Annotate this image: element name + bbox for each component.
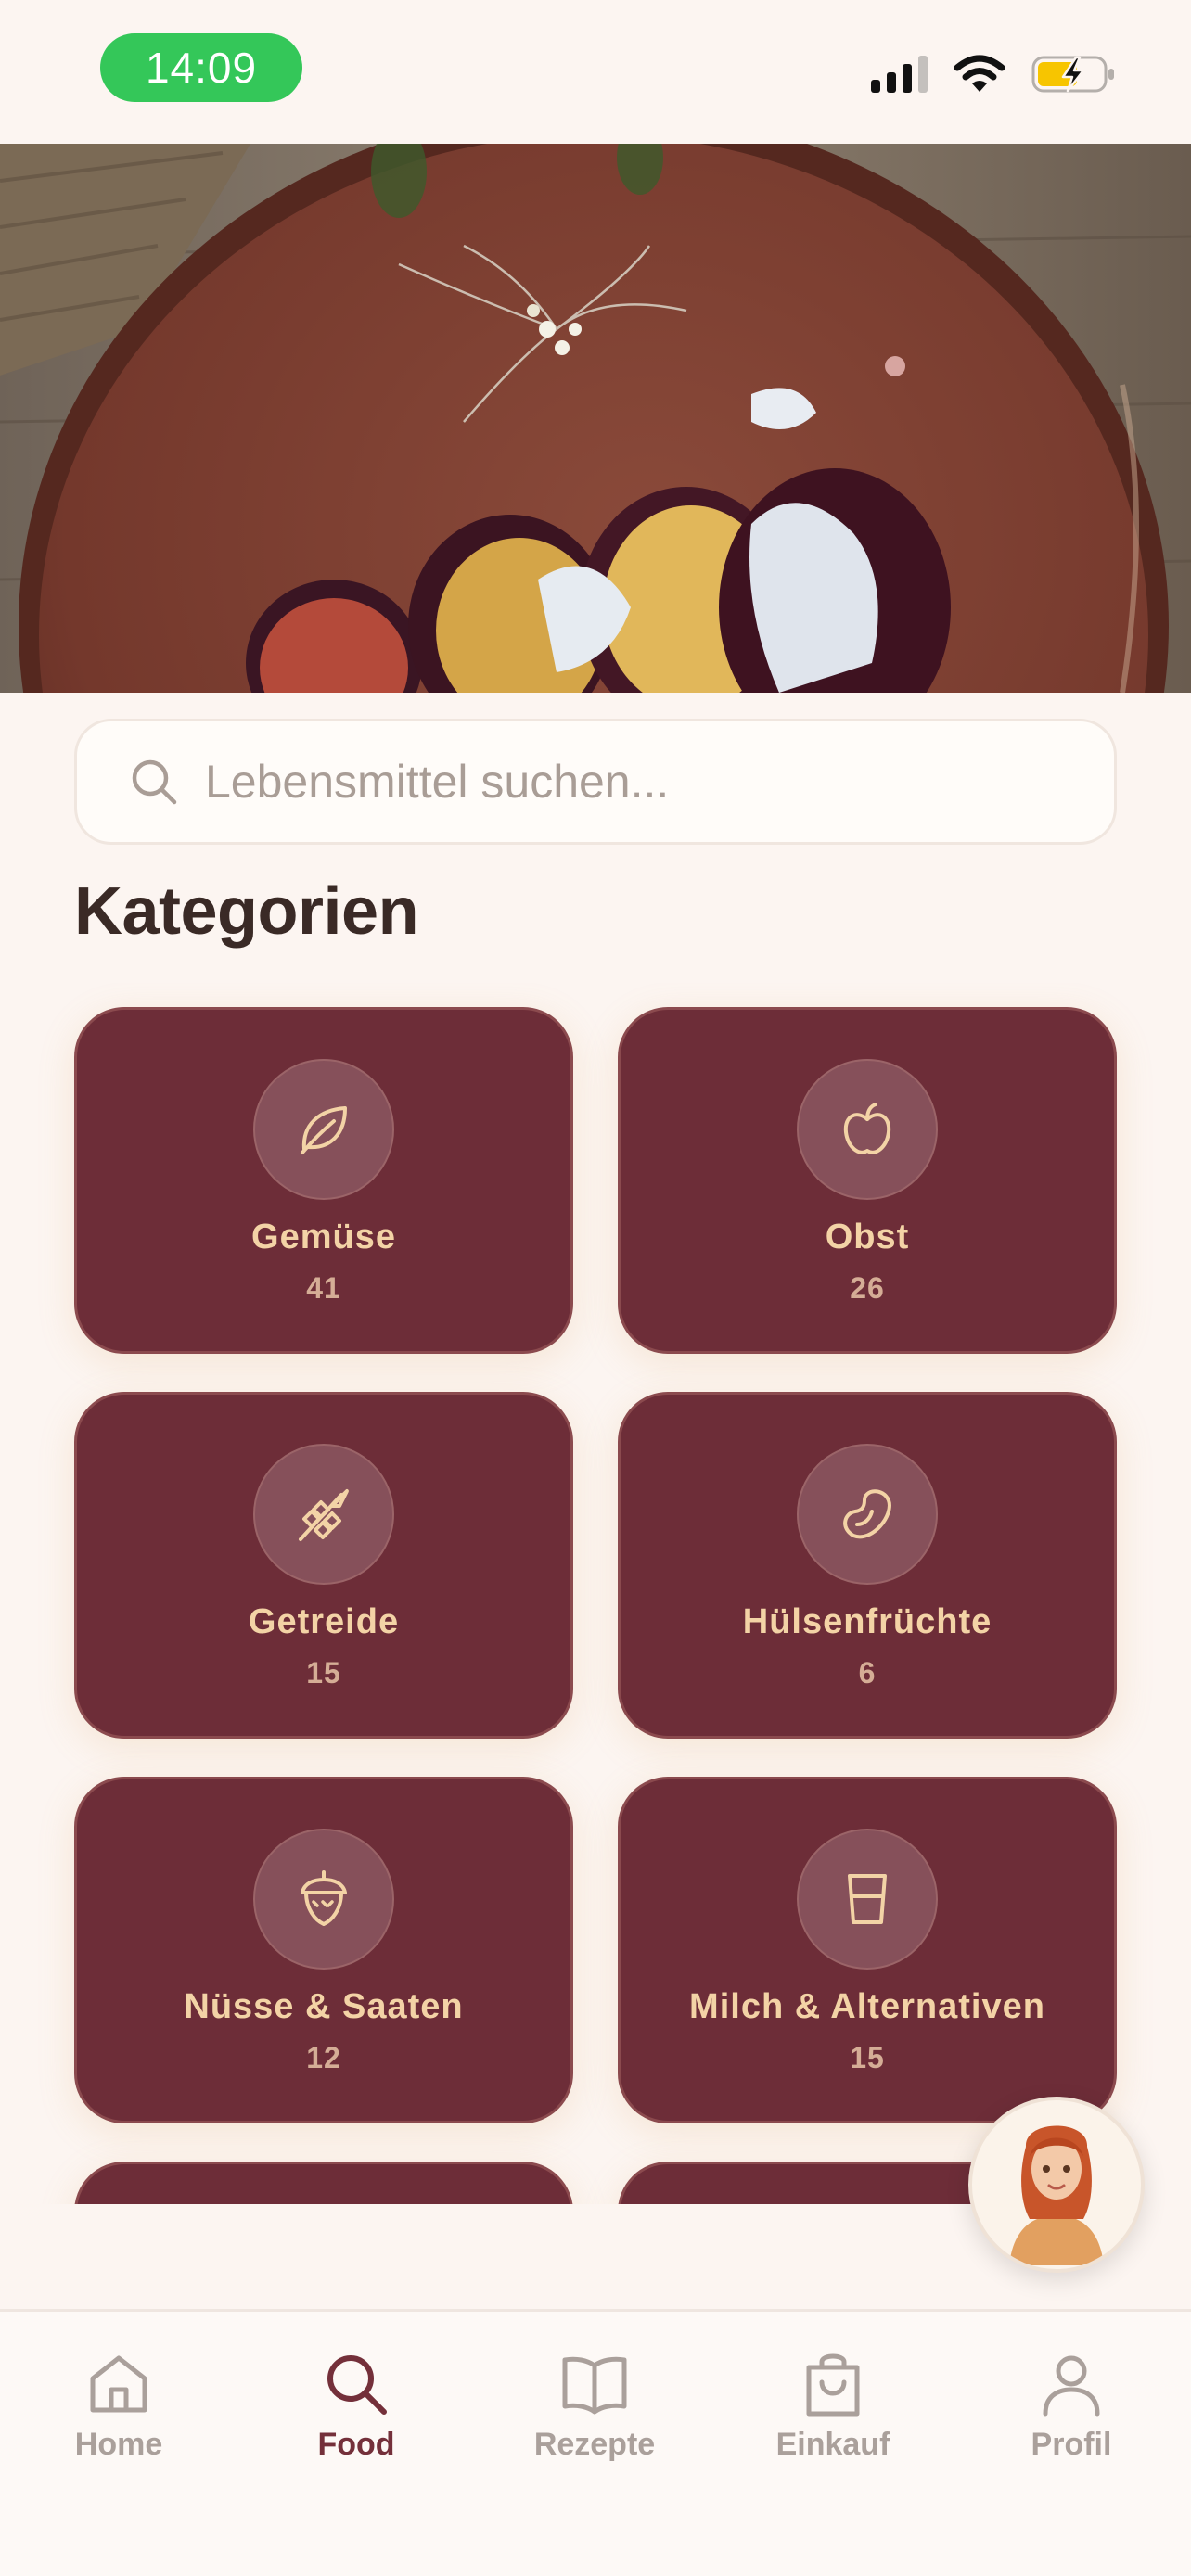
category-count: 12 [306, 2041, 341, 2074]
acorn-icon [301, 1870, 347, 1926]
user-icon [1043, 2355, 1100, 2417]
apple-icon [843, 1103, 891, 1154]
category-icon-badge [253, 1829, 394, 1970]
wifi-icon [954, 55, 1005, 92]
category-card-obst[interactable]: Obst 26 [618, 1007, 1117, 1354]
category-count: 15 [306, 1656, 341, 1690]
category-count: 15 [850, 2041, 885, 2074]
category-card-getreide[interactable]: Getreide 15 [74, 1392, 573, 1739]
category-card-gemuese[interactable]: Gemüse 41 [74, 1007, 573, 1354]
status-icons [871, 54, 1117, 95]
glass-icon [848, 1874, 887, 1924]
category-icon-badge [797, 1059, 938, 1200]
search-input[interactable]: Lebensmittel suchen... [74, 719, 1117, 845]
leaf-icon [301, 1106, 347, 1154]
category-grid: Gemüse 41 Obst 26 Getreide 15 Hülsenfrüc… [0, 983, 1191, 2204]
assistant-avatar [1009, 2125, 1104, 2265]
search-icon [327, 2355, 387, 2415]
category-icon-badge [253, 1059, 394, 1200]
nav-rezepte[interactable]: Rezepte [502, 2349, 687, 2479]
nav-label: Rezepte [533, 2427, 656, 2462]
nav-profil[interactable]: Profil [979, 2349, 1164, 2479]
nav-label: Food [317, 2427, 395, 2462]
battery-charging-icon [1031, 56, 1114, 93]
category-name: Hülsenfrüchte [742, 1602, 992, 1641]
search-icon [132, 759, 177, 805]
food-screen: 14:09 Lebensmittel suchen... Kategorien … [0, 0, 1191, 2576]
category-name: Nüsse & Saaten [184, 1987, 464, 2026]
search-placeholder: Lebensmittel suchen... [205, 756, 670, 808]
category-icon-badge [797, 1829, 938, 1970]
status-bar: 14:09 [0, 0, 1191, 144]
wheat-icon [299, 1489, 349, 1541]
nav-label: Profil [1031, 2427, 1112, 2462]
category-card-nuesse-saaten[interactable]: Nüsse & Saaten 12 [74, 1777, 573, 2123]
book-icon [562, 2356, 627, 2415]
nav-label: Einkauf [775, 2427, 890, 2462]
category-count: 41 [306, 1271, 341, 1305]
category-name: Milch & Alternativen [689, 1987, 1045, 2026]
cellular-signal-icon [871, 56, 928, 93]
assistant-avatar-button[interactable] [968, 2097, 1145, 2273]
category-count: 26 [850, 1271, 885, 1305]
category-card-milch-alternativen[interactable]: Milch & Alternativen 15 [618, 1777, 1117, 2123]
hero-image [0, 144, 1191, 693]
category-name: Gemüse [251, 1218, 396, 1256]
nav-label: Home [74, 2427, 163, 2462]
bottom-nav: Home Food Rezepte Einkauf Profil [0, 2309, 1191, 2576]
status-time: 14:09 [100, 33, 302, 102]
home-icon [90, 2355, 147, 2413]
category-card-huelsenfruechte[interactable]: Hülsenfrüchte 6 [618, 1392, 1117, 1739]
shopping-bag-icon [806, 2353, 860, 2417]
category-count: 6 [858, 1656, 877, 1690]
section-title: Kategorien [74, 874, 419, 949]
bean-icon [843, 1489, 891, 1539]
nav-home[interactable]: Home [26, 2349, 211, 2479]
category-icon-badge [253, 1444, 394, 1585]
nav-food[interactable]: Food [263, 2349, 449, 2479]
category-icon-badge [797, 1444, 938, 1585]
category-name: Obst [825, 1218, 910, 1256]
nav-einkauf[interactable]: Einkauf [740, 2349, 926, 2479]
category-name: Getreide [248, 1602, 400, 1641]
category-card-partial[interactable] [74, 2162, 573, 2204]
